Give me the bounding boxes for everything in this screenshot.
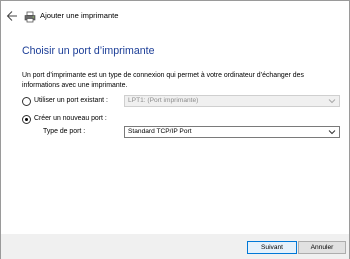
wizard-header: Ajouter une imprimante xyxy=(1,1,349,31)
chevron-down-icon[interactable] xyxy=(328,129,336,135)
description-text: Un port d’imprimante est un type de conn… xyxy=(22,72,304,89)
back-arrow-icon[interactable] xyxy=(5,9,19,23)
new-port-radio[interactable] xyxy=(22,114,31,124)
add-printer-wizard-window: Ajouter une imprimante Choisir un port d… xyxy=(0,0,350,259)
existing-port-value: LPT1: (Port imprimante) xyxy=(128,97,199,104)
cancel-button[interactable]: Annuler xyxy=(298,241,346,254)
port-type-value: Standard TCP/IP Port xyxy=(128,128,192,135)
existing-port-select: LPT1: (Port imprimante) xyxy=(124,95,340,107)
existing-port-radio[interactable] xyxy=(22,96,31,106)
new-port-label: Créer un nouveau port : xyxy=(34,115,107,122)
page-heading: Choisir un port d’imprimante xyxy=(22,45,155,57)
existing-port-label: Utiliser un port existant : xyxy=(34,97,108,104)
port-type-label: Type de port : xyxy=(43,128,86,135)
next-button[interactable]: Suivant xyxy=(247,241,297,254)
existing-port-option[interactable]: Utiliser un port existant : xyxy=(22,95,108,107)
port-type-select[interactable]: Standard TCP/IP Port xyxy=(124,126,340,138)
chevron-down-icon xyxy=(328,99,336,104)
new-port-option[interactable]: Créer un nouveau port : xyxy=(22,113,107,125)
wizard-title: Ajouter une imprimante xyxy=(40,11,119,20)
printer-icon xyxy=(24,10,36,23)
